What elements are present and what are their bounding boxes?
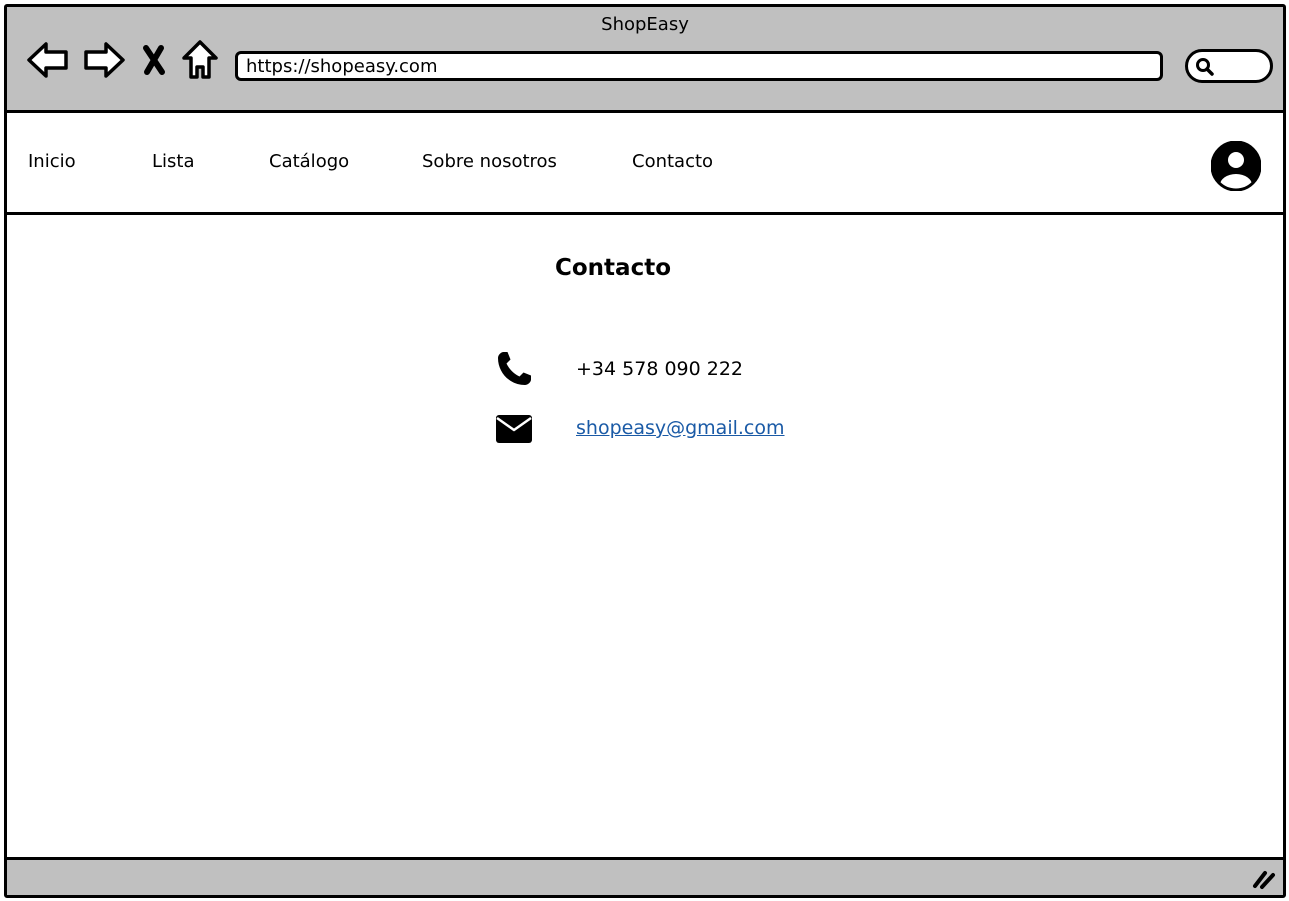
search-icon bbox=[1196, 58, 1214, 76]
back-button[interactable] bbox=[25, 37, 71, 83]
phone-icon bbox=[498, 352, 531, 385]
resize-grip-icon[interactable] bbox=[1251, 867, 1277, 891]
main-content: Contacto +34 578 090 222 shopeasy@gmail.… bbox=[7, 215, 1283, 861]
email-link[interactable]: shopeasy@gmail.com bbox=[576, 415, 785, 441]
nav-item-sobre-nosotros[interactable]: Sobre nosotros bbox=[422, 149, 557, 175]
page-title: Contacto bbox=[555, 255, 671, 281]
phone-number: +34 578 090 222 bbox=[576, 358, 744, 380]
browser-search-field[interactable] bbox=[1185, 49, 1273, 83]
stop-button[interactable] bbox=[131, 37, 177, 83]
status-bar bbox=[7, 857, 1283, 895]
nav-item-lista[interactable]: Lista bbox=[152, 149, 195, 175]
forward-button[interactable] bbox=[81, 37, 127, 83]
forward-icon bbox=[84, 42, 125, 78]
home-icon bbox=[182, 40, 218, 79]
home-button[interactable] bbox=[177, 37, 223, 83]
address-bar[interactable] bbox=[235, 51, 1163, 81]
nav-item-catalogo[interactable]: Catálogo bbox=[269, 149, 349, 175]
stop-icon bbox=[143, 45, 165, 75]
nav-item-inicio[interactable]: Inicio bbox=[28, 149, 76, 175]
browser-chrome: ShopEasy bbox=[7, 7, 1283, 113]
nav-item-contacto[interactable]: Contacto bbox=[632, 149, 713, 175]
user-avatar-icon[interactable] bbox=[1211, 141, 1261, 191]
site-navigation: Inicio Lista Catálogo Sobre nosotros Con… bbox=[7, 113, 1283, 215]
browser-window: ShopEasy https://shopeasy.com Inicio Lis… bbox=[4, 4, 1286, 898]
window-title: ShopEasy bbox=[601, 14, 689, 35]
envelope-icon bbox=[496, 415, 532, 443]
url-input[interactable] bbox=[246, 54, 1152, 78]
back-icon bbox=[27, 42, 68, 78]
